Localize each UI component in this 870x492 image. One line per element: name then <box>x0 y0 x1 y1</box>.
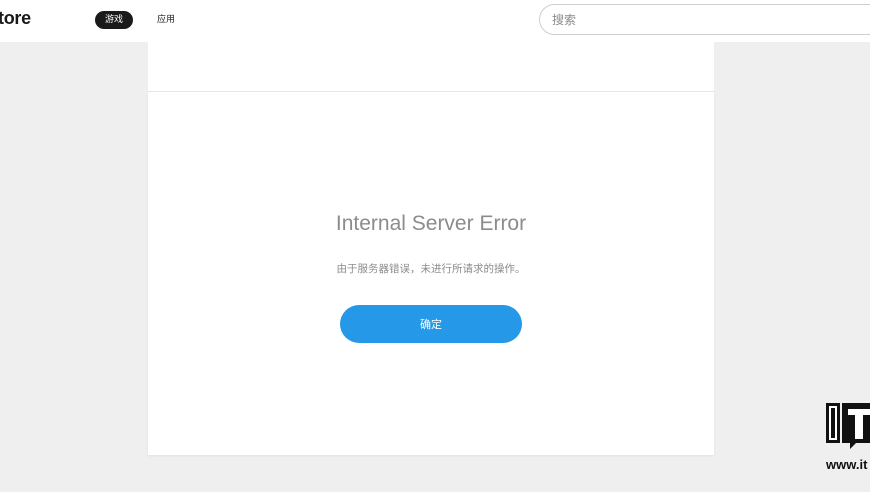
tab-apps[interactable]: 应用 <box>152 11 180 29</box>
confirm-button[interactable]: 确定 <box>340 305 522 343</box>
search-box[interactable] <box>539 4 870 35</box>
error-panel: Internal Server Error 由于服务器错误，未进行所请求的操作。… <box>148 92 714 455</box>
watermark-text: www.it <box>826 457 868 472</box>
store-logo[interactable]: tore <box>0 8 31 29</box>
content-panel-header <box>148 42 714 91</box>
tab-games[interactable]: 游戏 <box>95 11 133 29</box>
top-navigation-bar: tore 游戏 应用 <box>0 0 870 42</box>
search-input[interactable] <box>552 11 852 29</box>
error-message: 由于服务器错误，未进行所请求的操作。 <box>336 263 526 275</box>
error-title: Internal Server Error <box>335 212 527 235</box>
ithome-logo-icon <box>826 403 870 449</box>
watermark: www.it <box>826 403 870 473</box>
